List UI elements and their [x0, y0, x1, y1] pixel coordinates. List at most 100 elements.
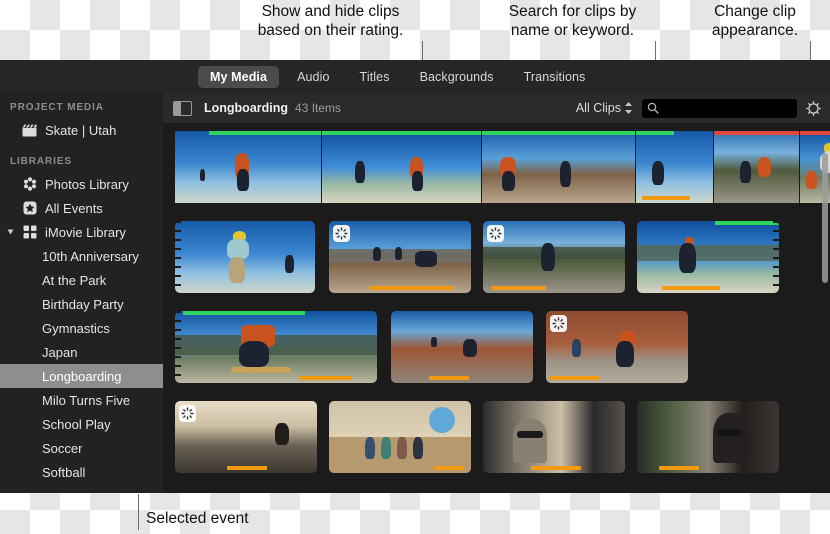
clip-thumbnail[interactable] — [636, 131, 713, 203]
sidebar-item-photos-library[interactable]: Photos Library — [0, 172, 163, 196]
sidebar-item-label: Skate | Utah — [45, 122, 117, 138]
clip-thumbnail[interactable] — [483, 401, 625, 473]
event-title: Longboarding — [204, 101, 289, 115]
callout-leader-selected-event — [138, 494, 139, 530]
library-grid-icon — [21, 225, 38, 240]
selection-range-bar — [659, 466, 699, 470]
sidebar-item-label: All Events — [45, 200, 103, 216]
clip-row — [163, 131, 830, 283]
sidebar-item-school-play[interactable]: School Play — [0, 412, 163, 436]
filmstrip-continued-icon — [175, 311, 181, 383]
sidebar-item-label: Soccer — [42, 440, 83, 456]
sidebar-item-label: iMovie Library — [45, 224, 126, 240]
callout-selected-event: Selected event — [146, 510, 249, 527]
clip-thumbnail[interactable] — [175, 131, 321, 203]
tab-audio[interactable]: Audio — [285, 66, 341, 88]
sidebar-item-at-the-park[interactable]: At the Park — [0, 268, 163, 292]
sidebar-item-label: Longboarding — [42, 368, 122, 384]
sidebar-item-milo-turns-five[interactable]: Milo Turns Five — [0, 388, 163, 412]
clip-thumbnail[interactable] — [637, 221, 779, 293]
clip-image — [636, 131, 713, 203]
sidebar-item-label: Gymnastics — [42, 320, 110, 336]
clip-thumbnail[interactable] — [482, 131, 635, 203]
search-icon — [647, 102, 659, 114]
selection-range-bar — [369, 286, 454, 290]
clip-thumbnail[interactable] — [329, 221, 471, 293]
sidebar-item-japan[interactable]: Japan — [0, 340, 163, 364]
sidebar-item-longboarding[interactable]: Longboarding — [0, 364, 163, 388]
clip-thumbnail[interactable] — [175, 221, 315, 293]
sidebar-item-label: Photos Library — [45, 176, 129, 192]
callout-appearance: Change clip appearance. — [711, 3, 799, 39]
clip-thumbnail[interactable] — [175, 311, 377, 383]
search-input[interactable] — [642, 98, 797, 118]
clip-image — [714, 131, 799, 203]
libraries-sidebar[interactable]: PROJECT MEDIA Skate | Utah LIBRARIES Pho… — [0, 93, 164, 493]
stabilization-analysis-icon — [179, 405, 196, 422]
sidebar-row-imovie-library[interactable]: iMovie Library — [0, 220, 163, 244]
rating-favorite-bar — [322, 131, 481, 135]
selection-range-bar — [550, 376, 600, 380]
clip-thumbnail[interactable] — [546, 311, 688, 383]
sidebar-item-imovie-library[interactable]: iMovie Library — [0, 220, 163, 244]
selection-range-bar — [227, 466, 267, 470]
selection-range-bar — [300, 376, 352, 380]
tab-titles[interactable]: Titles — [348, 66, 402, 88]
selection-range-bar — [434, 466, 464, 470]
tab-my-media[interactable]: My Media — [198, 65, 280, 88]
media-tab-bar: My Media Audio Titles Backgrounds Transi… — [0, 60, 830, 94]
clip-image — [483, 401, 625, 473]
selection-range-bar — [429, 376, 469, 380]
imovie-window: My Media Audio Titles Backgrounds Transi… — [0, 60, 830, 493]
callout-search: Search for clips by name or keyword. — [508, 3, 637, 39]
clip-thumbnail[interactable] — [637, 401, 779, 473]
chevron-down-icon[interactable] — [7, 229, 14, 235]
stabilization-analysis-icon — [487, 225, 504, 242]
media-tabs: My Media Audio Titles Backgrounds Transi… — [198, 60, 597, 93]
clip-thumbnail[interactable] — [391, 311, 533, 383]
clip-thumbnail[interactable] — [322, 131, 481, 203]
filmstrip-continued-icon — [175, 221, 181, 293]
clip-image — [391, 311, 533, 383]
sidebar-item-label: 10th Anniversary — [42, 248, 139, 264]
sidebar-item-label: Birthday Party — [42, 296, 124, 312]
selection-range-bar — [642, 196, 690, 200]
star-square-icon — [21, 201, 38, 216]
filmstrip-continues-icon — [773, 221, 779, 293]
clip-thumbnail[interactable] — [714, 131, 799, 203]
sidebar-item-soccer[interactable]: Soccer — [0, 436, 163, 460]
sidebar-item-label: Softball — [42, 464, 86, 480]
selection-range-bar — [491, 286, 546, 290]
stepper-up-down-icon[interactable] — [624, 101, 633, 115]
selection-range-bar — [662, 286, 720, 290]
gear-icon[interactable] — [805, 100, 822, 117]
rating-rejected-bar — [714, 131, 799, 135]
tab-backgrounds[interactable]: Backgrounds — [408, 66, 506, 88]
clapperboard-icon — [21, 123, 38, 138]
section-header-project-media: PROJECT MEDIA — [10, 102, 104, 113]
clip-browser[interactable] — [163, 123, 830, 493]
clip-image — [175, 401, 317, 473]
clip-image — [322, 131, 481, 203]
tab-transitions[interactable]: Transitions — [512, 66, 598, 88]
rating-favorite-bar — [715, 221, 779, 225]
sidebar-item-gymnastics[interactable]: Gymnastics — [0, 316, 163, 340]
rating-filter-value[interactable]: All Clips — [576, 101, 621, 115]
stabilization-analysis-icon — [550, 315, 567, 332]
sidebar-toggle-icon[interactable] — [173, 100, 192, 116]
sidebar-item-birthday-party[interactable]: Birthday Party — [0, 292, 163, 316]
clip-thumbnail[interactable] — [483, 221, 625, 293]
sidebar-item-all-events[interactable]: All Events — [0, 196, 163, 220]
item-count: 43 Items — [295, 101, 342, 115]
sidebar-item-skate-utah[interactable]: Skate | Utah — [0, 118, 163, 142]
clip-thumbnail[interactable] — [329, 401, 471, 473]
sidebar-item-softball[interactable]: Softball — [0, 460, 163, 484]
sidebar-item-label: At the Park — [42, 272, 107, 288]
rating-favorite-bar — [209, 131, 321, 135]
clip-thumbnail[interactable] — [175, 401, 317, 473]
photos-flower-icon — [21, 177, 38, 192]
stabilization-analysis-icon — [333, 225, 350, 242]
rating-rejected-bar — [800, 131, 830, 135]
rating-favorite-bar — [636, 131, 674, 135]
sidebar-item-10th-anniversary[interactable]: 10th Anniversary — [0, 244, 163, 268]
